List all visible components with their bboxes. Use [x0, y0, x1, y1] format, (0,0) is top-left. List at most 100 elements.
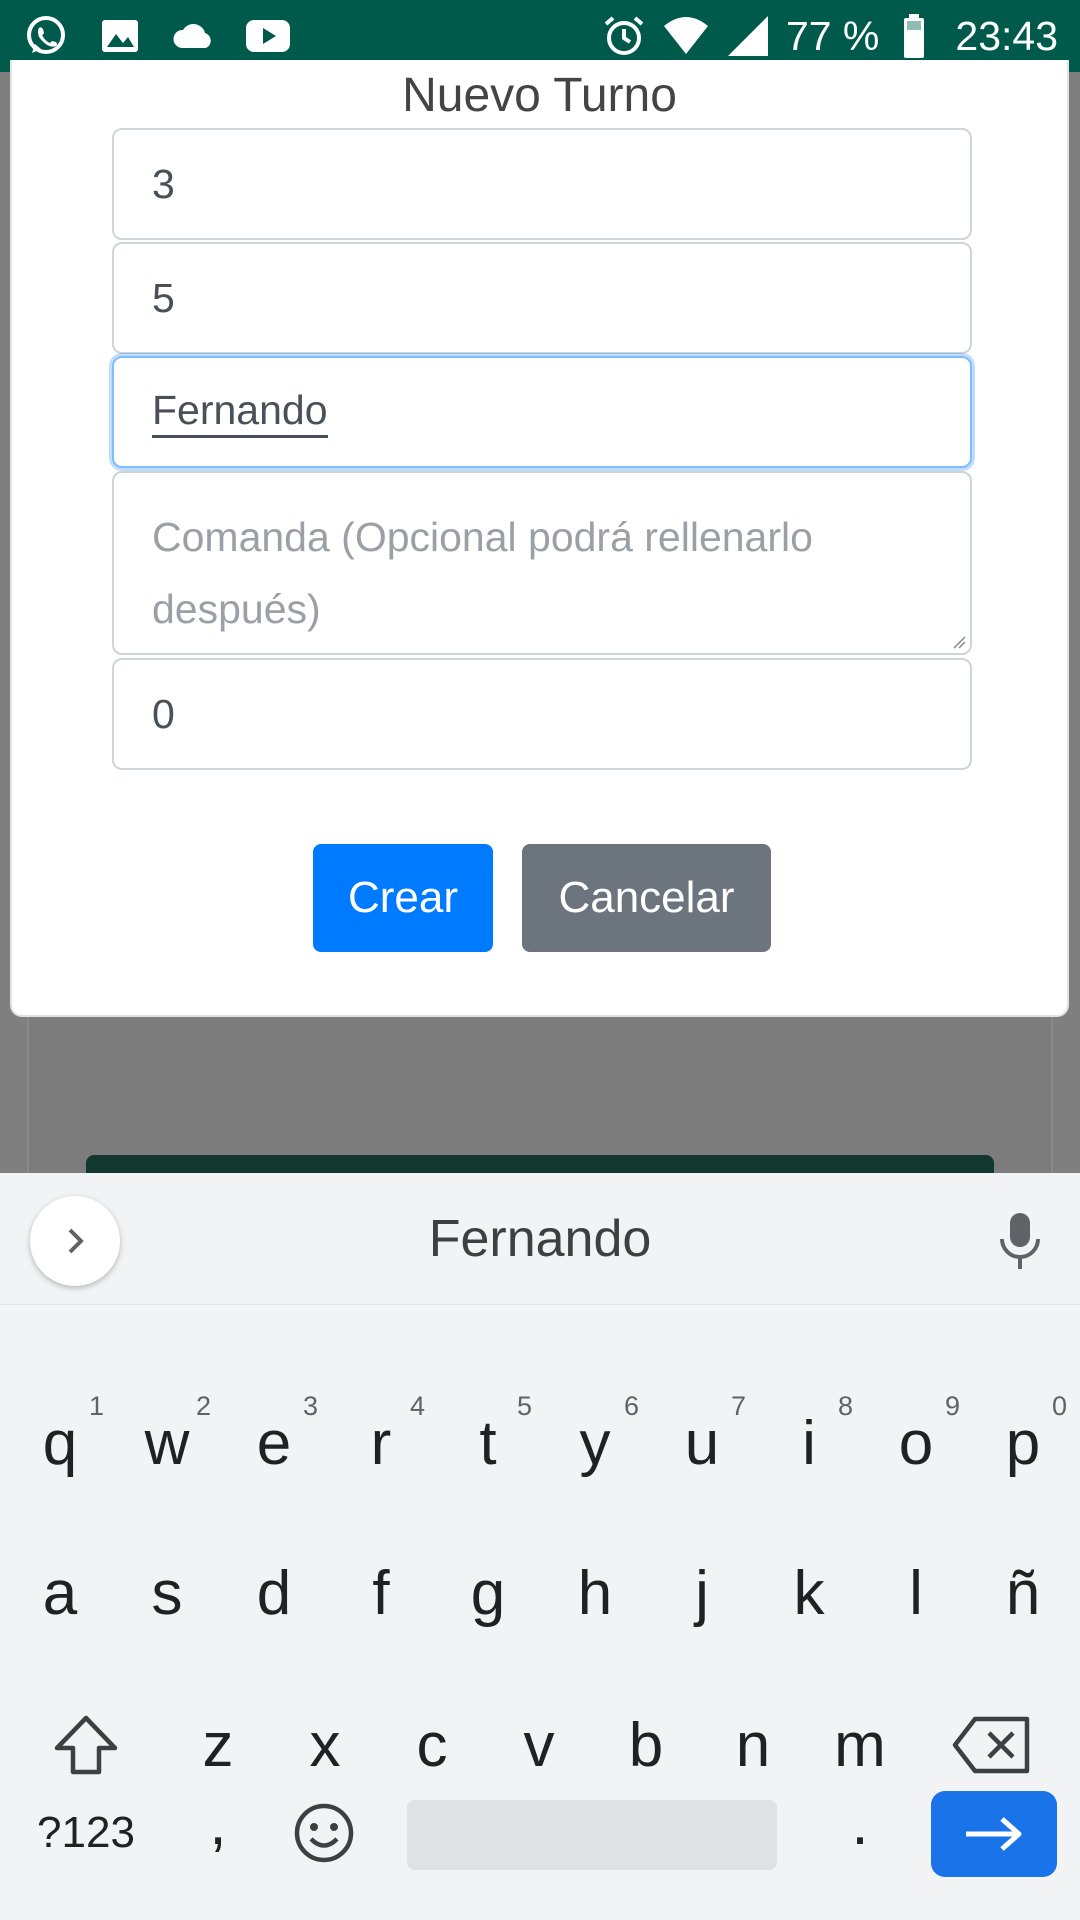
enter-key[interactable] [931, 1791, 1057, 1877]
key-c[interactable]: c [382, 1685, 482, 1805]
battery-icon [893, 12, 941, 60]
backspace-key[interactable] [942, 1685, 1042, 1805]
key-q-label: q [42, 1408, 78, 1478]
key-ñ[interactable]: ñ [973, 1533, 1073, 1653]
new-shift-modal: Nuevo Turno 3 5 Fernando Comanda (Opcion… [10, 60, 1069, 1017]
modal-title: Nuevo Turno [402, 69, 677, 122]
key-g[interactable]: g [438, 1533, 538, 1653]
key-p-label: p [1005, 1408, 1041, 1478]
key-x-label: x [309, 1710, 341, 1780]
key-h-label: h [577, 1558, 613, 1628]
key-k[interactable]: k [759, 1533, 859, 1653]
key-t-label: t [479, 1408, 497, 1478]
key-ñ-label: ñ [1005, 1558, 1041, 1628]
suggestion-bar: Fernando [0, 1173, 1080, 1305]
key-d-label: d [256, 1558, 292, 1628]
key-j[interactable]: j [652, 1533, 752, 1653]
key-g-label: g [470, 1558, 506, 1628]
comanda-textarea[interactable]: Comanda (Opcional podrá rellenarlo despu… [112, 471, 972, 655]
key-h[interactable]: h [545, 1533, 645, 1653]
key-n-label: n [735, 1710, 771, 1780]
key-e-label: e [256, 1408, 292, 1478]
whatsapp-icon [22, 12, 70, 60]
alarm-icon [600, 12, 648, 60]
emoji-icon [294, 1803, 354, 1863]
input-field-5[interactable]: 0 [112, 658, 972, 770]
battery-percent: 77 % [785, 12, 880, 59]
key-c-label: c [416, 1710, 448, 1780]
key-i[interactable]: i8 [759, 1383, 859, 1503]
key-r[interactable]: r4 [331, 1383, 431, 1503]
key-s-label: s [151, 1558, 183, 1628]
comanda-placeholder: Comanda (Opcional podrá rellenarlo despu… [152, 514, 813, 632]
input-field-2[interactable]: 5 [112, 242, 972, 354]
youtube-icon [244, 12, 292, 60]
shift-icon [54, 1715, 118, 1775]
key-o[interactable]: o9 [866, 1383, 966, 1503]
key-e[interactable]: e3 [224, 1383, 324, 1503]
suggestion-word[interactable]: Fernando [0, 1173, 1080, 1305]
name-input[interactable]: Fernando [112, 356, 972, 468]
key-y-hint: 6 [623, 1391, 639, 1421]
backspace-icon [952, 1716, 1030, 1774]
key-j-label: j [695, 1558, 709, 1628]
microphone-icon[interactable] [990, 1209, 1050, 1273]
expand-toolbar-button[interactable] [30, 1196, 120, 1286]
key-y[interactable]: y6 [545, 1383, 645, 1503]
resize-grip-icon[interactable] [952, 635, 966, 649]
key-z[interactable]: z [168, 1685, 268, 1805]
key-o-label: o [898, 1408, 934, 1478]
key-y-label: y [579, 1408, 611, 1478]
key-r-hint: 4 [409, 1391, 425, 1421]
key-v-label: v [523, 1710, 555, 1780]
input-field-1[interactable]: 3 [112, 128, 972, 240]
key-u-hint: 7 [730, 1391, 746, 1421]
key-f-label: f [372, 1558, 390, 1628]
key-t[interactable]: t5 [438, 1383, 538, 1503]
cancel-button[interactable]: Cancelar [522, 844, 771, 952]
key-t-hint: 5 [516, 1391, 532, 1421]
key-q[interactable]: q1 [10, 1383, 110, 1503]
name-input-value: Fernando [152, 387, 328, 438]
key-b[interactable]: b [596, 1685, 696, 1805]
key-f[interactable]: f [331, 1533, 431, 1653]
key-a[interactable]: a [10, 1533, 110, 1653]
key-e-hint: 3 [302, 1391, 318, 1421]
key-i-hint: 8 [837, 1391, 853, 1421]
wifi-icon [662, 12, 710, 60]
key-w[interactable]: w2 [117, 1383, 217, 1503]
signal-icon [724, 12, 772, 60]
key-l[interactable]: l [866, 1533, 966, 1653]
chevron-right-icon [68, 1228, 84, 1254]
key-u-label: u [684, 1408, 720, 1478]
key-m[interactable]: m [810, 1685, 910, 1805]
key-m-label: m [834, 1710, 886, 1780]
soft-keyboard: Fernando ?123 , . q1w2e3r4t5y6u7i8o9p0as… [0, 1173, 1080, 1920]
key-p-hint: 0 [1051, 1391, 1067, 1421]
key-r-label: r [370, 1408, 392, 1478]
symbols-key[interactable]: ?123 [36, 1773, 136, 1893]
key-z-label: z [202, 1710, 234, 1780]
input-field-2-value: 5 [152, 274, 175, 321]
arrow-right-icon [966, 1817, 1022, 1851]
key-p[interactable]: p0 [973, 1383, 1073, 1503]
key-d[interactable]: d [224, 1533, 324, 1653]
key-v[interactable]: v [489, 1685, 589, 1805]
space-key[interactable] [407, 1800, 777, 1870]
key-n[interactable]: n [703, 1685, 803, 1805]
clock: 23:43 [955, 12, 1058, 59]
input-field-1-value: 3 [152, 160, 175, 207]
input-field-5-value: 0 [152, 690, 175, 737]
key-x[interactable]: x [275, 1685, 375, 1805]
key-s[interactable]: s [117, 1533, 217, 1653]
key-w-label: w [144, 1408, 190, 1478]
key-q-hint: 1 [88, 1391, 104, 1421]
key-u[interactable]: u7 [652, 1383, 752, 1503]
image-icon [96, 12, 144, 60]
key-l-label: l [909, 1558, 923, 1628]
key-i-label: i [802, 1408, 816, 1478]
create-button[interactable]: Crear [313, 844, 493, 952]
key-b-label: b [628, 1710, 664, 1780]
key-w-hint: 2 [195, 1391, 211, 1421]
cloud-icon [170, 12, 218, 60]
